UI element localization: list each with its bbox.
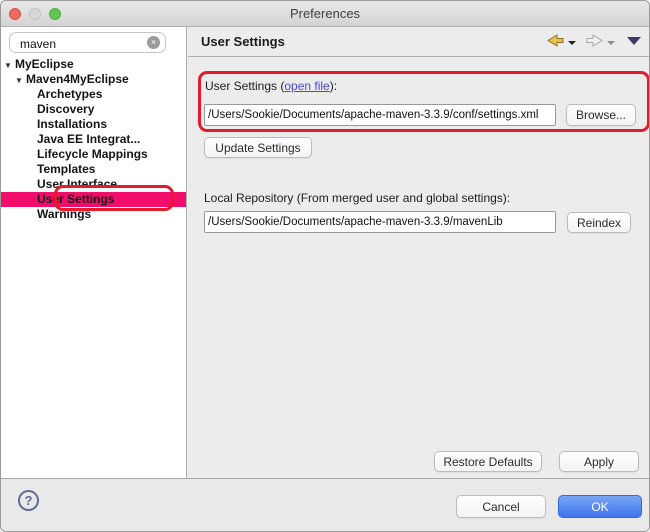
forward-arrow-icon — [586, 34, 603, 47]
cancel-button[interactable]: Cancel — [456, 495, 546, 518]
chevron-down-icon[interactable]: ▼ — [15, 73, 23, 88]
restore-defaults-button[interactable]: Restore Defaults — [434, 451, 542, 472]
tree-item-user-interface[interactable]: User Interface — [1, 177, 186, 192]
tree-item-discovery[interactable]: Discovery — [1, 102, 186, 117]
tree-item-label: Templates — [37, 162, 95, 176]
back-arrow-icon[interactable] — [547, 34, 564, 47]
tree-item-label: Discovery — [37, 102, 94, 116]
tree-item-label: Java EE Integrat... — [37, 132, 140, 146]
tree-item-installations[interactable]: Installations — [1, 117, 186, 132]
reindex-button[interactable]: Reindex — [567, 212, 631, 233]
update-settings-button[interactable]: Update Settings — [204, 137, 312, 158]
apply-button[interactable]: Apply — [559, 451, 639, 472]
tree-item-label: Lifecycle Mappings — [37, 147, 148, 161]
page-title: User Settings — [201, 34, 285, 49]
tree-item-label: Warnings — [37, 207, 91, 221]
tree-item-warnings[interactable]: Warnings — [1, 207, 186, 222]
tree-item-label: Archetypes — [37, 87, 102, 101]
chevron-down-icon[interactable]: ▼ — [4, 58, 12, 73]
forward-history-dropdown-icon — [607, 41, 615, 45]
tree-item-lifecycle-mappings[interactable]: Lifecycle Mappings — [1, 147, 186, 162]
local-repository-field[interactable] — [204, 211, 556, 233]
preferences-dialog: Preferences × ▼ MyEclipse ▼ Maven4MyEcli… — [0, 0, 650, 532]
tree-item-label: MyEclipse — [15, 57, 74, 71]
tree-item-maven4myeclipse[interactable]: ▼ Maven4MyEclipse — [1, 72, 186, 87]
view-menu-icon[interactable] — [627, 37, 641, 45]
dialog-footer: ? Cancel OK — [1, 478, 649, 531]
ok-button[interactable]: OK — [558, 495, 642, 518]
user-settings-panel: User Settings User Settings (open file):… — [188, 27, 650, 479]
title-bar[interactable]: Preferences — [1, 1, 649, 27]
tree-item-label: Maven4MyEclipse — [26, 72, 129, 86]
filter-search-box[interactable]: × — [9, 32, 166, 53]
window-title: Preferences — [1, 6, 649, 21]
back-history-dropdown-icon[interactable] — [568, 41, 576, 45]
preferences-tree: ▼ MyEclipse ▼ Maven4MyEclipse Archetypes… — [1, 57, 186, 222]
open-file-link[interactable]: open file — [284, 79, 329, 93]
tree-item-myeclipse[interactable]: ▼ MyEclipse — [1, 57, 186, 72]
user-settings-label: User Settings (open file): — [205, 79, 337, 93]
browse-button[interactable]: Browse... — [566, 104, 636, 126]
local-repository-label: Local Repository (From merged user and g… — [204, 191, 510, 205]
help-icon[interactable]: ? — [18, 490, 39, 511]
label-prefix: User Settings ( — [205, 79, 284, 93]
tree-item-label: User Settings — [37, 192, 114, 206]
tree-item-archetypes[interactable]: Archetypes — [1, 87, 186, 102]
panel-header: User Settings — [188, 27, 650, 57]
preferences-sidebar: × ▼ MyEclipse ▼ Maven4MyEclipse Archetyp… — [1, 27, 187, 479]
settings-path-field[interactable] — [204, 104, 556, 126]
clear-search-icon[interactable]: × — [147, 36, 160, 49]
tree-item-label: User Interface — [37, 177, 117, 191]
tree-item-java-ee-integration[interactable]: Java EE Integrat... — [1, 132, 186, 147]
history-nav — [547, 34, 641, 47]
label-suffix: ): — [330, 79, 337, 93]
tree-item-templates[interactable]: Templates — [1, 162, 186, 177]
tree-item-user-settings[interactable]: User Settings — [1, 192, 186, 207]
search-input[interactable] — [18, 34, 142, 53]
tree-item-label: Installations — [37, 117, 107, 131]
